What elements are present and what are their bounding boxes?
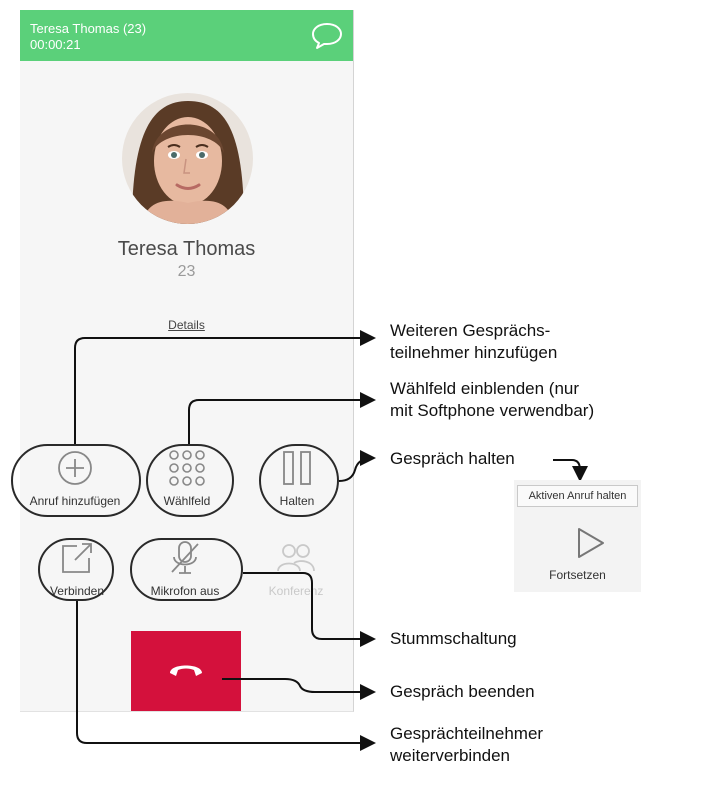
connector-hold [338, 450, 376, 482]
hold-preview-panel: Aktiven Anruf halten Fortsetzen [514, 480, 641, 592]
annotation-connectors [74, 330, 588, 751]
connector-add-call [74, 330, 376, 444]
annotation-show-dialpad: Wählfeld einblenden (nur mit Softphone v… [390, 379, 595, 420]
connector-transfer [76, 601, 376, 751]
connector-mute [243, 572, 376, 647]
annotation-end-call: Gespräch beenden [390, 682, 535, 701]
annotation-mute: Stummschaltung [390, 629, 517, 648]
connector-dialpad [188, 392, 376, 444]
hold-tooltip: Aktiven Anruf halten [517, 485, 638, 507]
play-icon[interactable] [576, 526, 606, 560]
annotation-transfer: Gesprächteilnehmer weiterverbinden [390, 724, 544, 765]
connector-hold-preview [553, 459, 588, 482]
annotation-hold-call: Gespräch halten [390, 449, 515, 468]
resume-label: Fortsetzen [549, 568, 606, 582]
connector-hangup [222, 678, 376, 700]
annotation-add-participant: Weiteren Gesprächs- teilnehmer hinzufüge… [390, 321, 558, 362]
